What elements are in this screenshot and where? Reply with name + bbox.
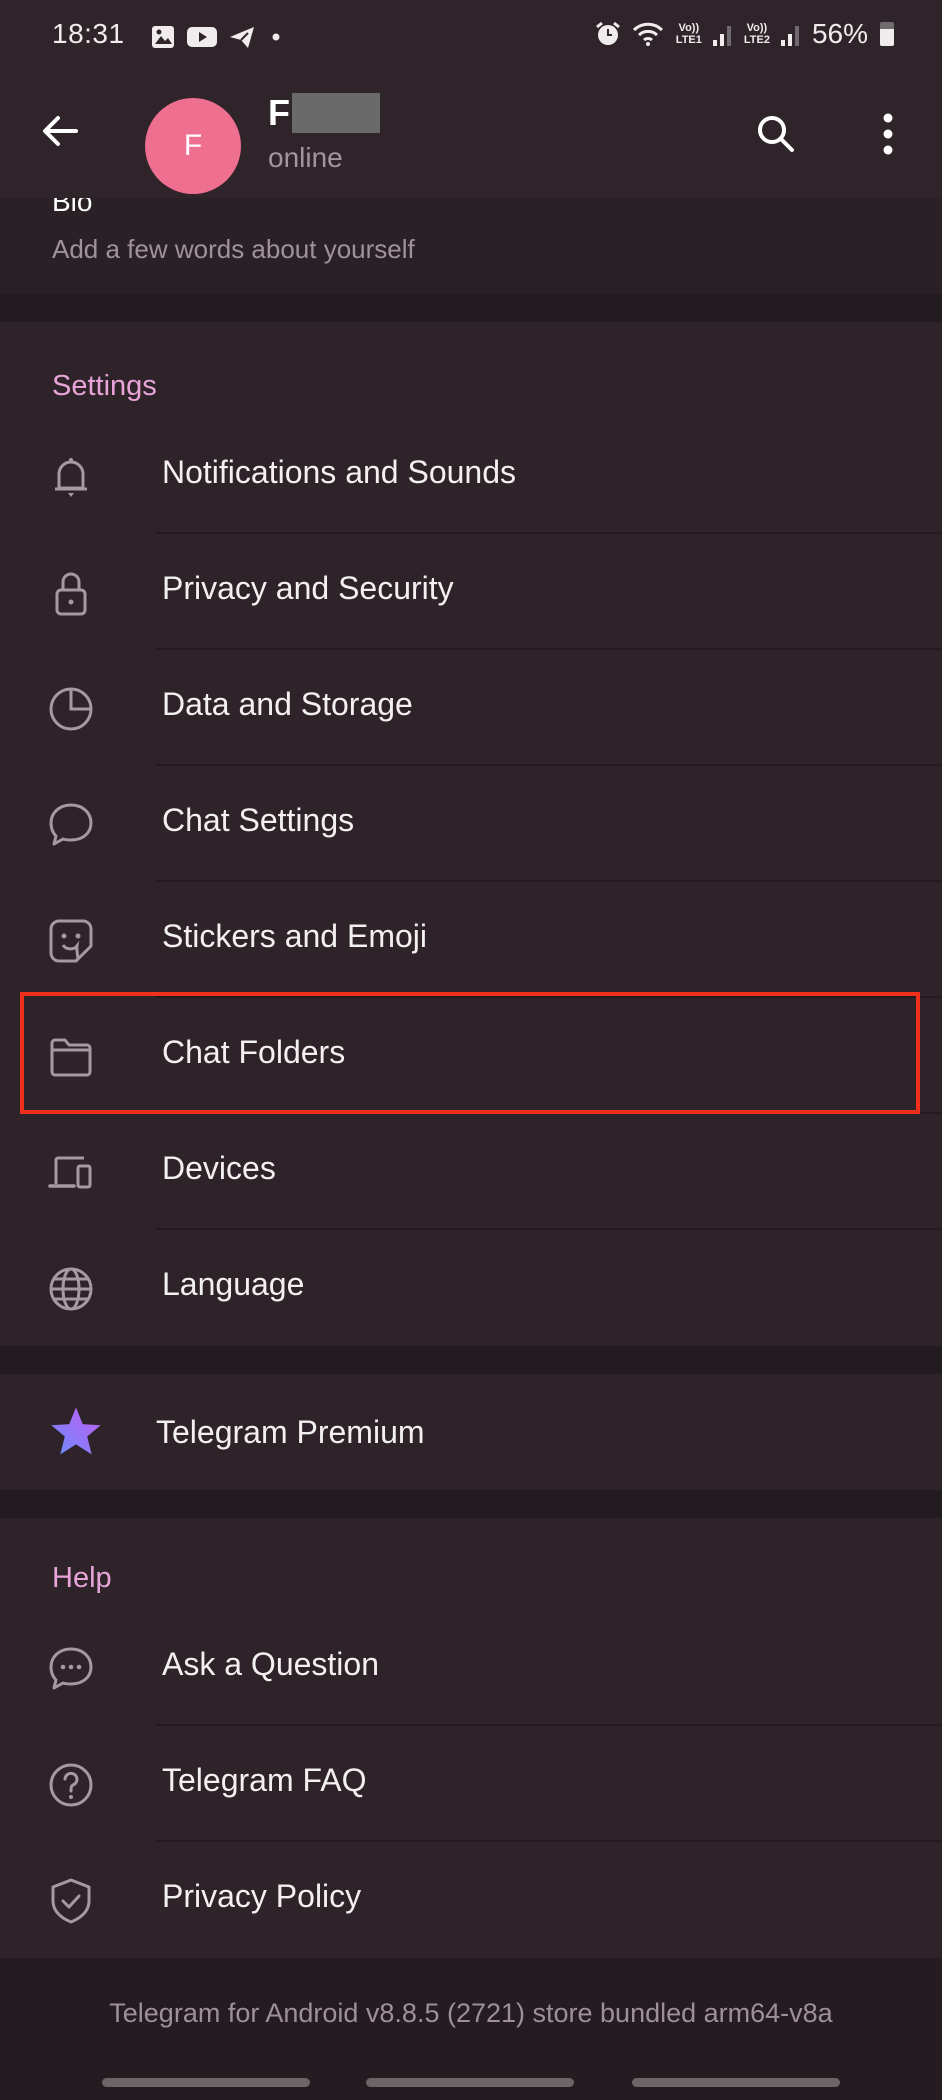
bell-icon <box>55 458 87 497</box>
chat-bubble-icon <box>49 803 93 846</box>
top-bar: 18:31 Vo)) LTE1 Vo)) LTE2 56% F F online <box>0 0 942 198</box>
battery-percent: 56% <box>811 18 868 49</box>
status-bar: 18:31 Vo)) LTE1 Vo)) LTE2 56% <box>0 14 942 58</box>
settings-item-data-storage[interactable]: Data and Storage <box>0 650 942 766</box>
battery-icon <box>880 22 894 46</box>
system-icons: Vo)) LTE1 Vo)) LTE2 56% <box>594 18 894 50</box>
footer: Telegram for Android v8.8.5 (2721) store… <box>0 1958 942 2100</box>
more-options-icon[interactable] <box>868 108 908 160</box>
globe-icon <box>49 1267 93 1311</box>
nav-bar-recent[interactable] <box>102 2078 310 2087</box>
nav-bar-back[interactable] <box>632 2078 840 2087</box>
help-item-faq[interactable]: Telegram FAQ <box>0 1726 942 1842</box>
settings-item-devices[interactable]: Devices <box>0 1114 942 1230</box>
lte1-signal-icon: Vo)) LTE1 <box>675 22 702 46</box>
settings-section-title: Settings <box>52 370 157 402</box>
pie-chart-icon <box>49 687 93 731</box>
wifi-icon <box>632 22 663 46</box>
alarm-icon <box>595 21 620 45</box>
redacted-name-block <box>292 93 380 133</box>
lock-icon <box>55 572 87 616</box>
telegram-icon <box>230 27 254 48</box>
premium-item[interactable]: Telegram Premium <box>0 1374 942 1490</box>
settings-item-language[interactable]: Language <box>0 1230 942 1346</box>
shield-check-icon <box>51 1878 91 1924</box>
help-section-title: Help <box>52 1562 112 1594</box>
nav-bar-home[interactable] <box>366 2078 574 2087</box>
signal-bars-icon <box>712 26 731 46</box>
profile-name: F <box>268 92 380 134</box>
help-item-privacy-policy[interactable]: Privacy Policy <box>0 1842 942 1958</box>
chat-dots-icon <box>49 1647 93 1690</box>
lte2-signal-icon: Vo)) LTE2 <box>743 22 770 46</box>
bio-row[interactable]: Bio Add a few words about yourself <box>0 186 942 294</box>
back-arrow-icon[interactable] <box>36 106 86 156</box>
settings-item-chat-folders[interactable]: Chat Folders <box>0 998 942 1114</box>
version-text: Telegram for Android v8.8.5 (2721) store… <box>109 1998 833 2028</box>
settings-item-privacy[interactable]: Privacy and Security <box>0 534 942 650</box>
gallery-icon <box>152 26 174 48</box>
settings-item-chat-settings[interactable]: Chat Settings <box>0 766 942 882</box>
bio-placeholder: Add a few words about yourself <box>52 234 415 264</box>
profile-header: F F online <box>0 78 942 194</box>
online-status: online <box>268 142 343 173</box>
question-circle-icon <box>49 1763 93 1807</box>
signal-bars-icon <box>780 26 799 46</box>
settings-item-notifications[interactable]: Notifications and Sounds <box>0 418 942 534</box>
avatar[interactable]: F <box>145 98 241 194</box>
folder-icon <box>50 1038 92 1077</box>
help-item-ask-question[interactable]: Ask a Question <box>0 1610 942 1726</box>
settings-section: Settings Notifications and Sounds Privac… <box>0 322 942 1346</box>
youtube-icon <box>187 27 217 47</box>
search-icon[interactable] <box>752 110 800 158</box>
dot-icon <box>272 33 280 41</box>
settings-item-stickers[interactable]: Stickers and Emoji <box>0 882 942 998</box>
premium-star-icon <box>51 1407 101 1455</box>
devices-icon <box>48 1156 92 1189</box>
notification-icons <box>150 24 286 50</box>
sticker-icon <box>49 919 93 963</box>
premium-section: Telegram Premium <box>0 1374 942 1490</box>
status-time: 18:31 <box>52 18 125 49</box>
help-section: Help Ask a Question Telegram FAQ Privacy… <box>0 1518 942 1958</box>
